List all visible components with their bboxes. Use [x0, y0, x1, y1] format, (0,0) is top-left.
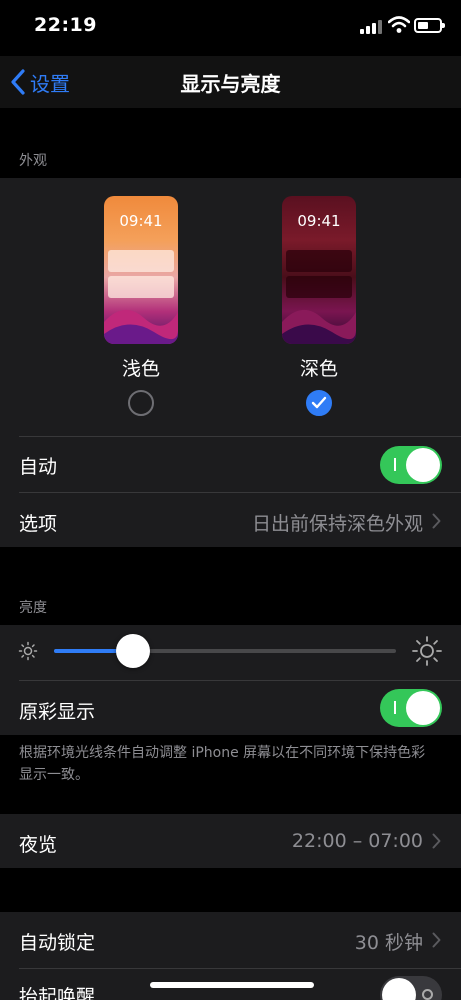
night-shift-row[interactable]: 夜览 22:00 – 07:00: [0, 814, 461, 868]
night-shift-value: 22:00 – 07:00: [291, 830, 423, 852]
section-label-appearance: 外观: [19, 153, 47, 169]
true-tone-label: 原彩显示: [19, 701, 96, 723]
chevron-right-icon: [432, 932, 441, 948]
options-label: 选项: [19, 513, 58, 535]
options-value: 日出前保持深色外观: [251, 513, 423, 535]
options-row[interactable]: 选项 日出前保持深色外观: [0, 493, 461, 547]
true-tone-toggle[interactable]: [380, 689, 442, 727]
brightness-slider[interactable]: [54, 649, 396, 653]
brightness-group: 原彩显示: [0, 625, 461, 735]
cellular-signal-icon: [360, 20, 382, 34]
divider: [19, 968, 461, 969]
chevron-right-icon: [432, 513, 441, 529]
auto-lock-row[interactable]: 自动锁定 30 秒钟: [0, 912, 461, 968]
sun-large-icon: [412, 636, 442, 666]
dark-label: 深色: [299, 358, 338, 380]
raise-to-wake-label: 抬起唤醒: [19, 986, 96, 1000]
home-indicator: [150, 982, 314, 988]
light-appearance-preview[interactable]: 09:41: [104, 196, 178, 344]
brightness-slider-thumb[interactable]: [115, 634, 150, 668]
preview-clock: 09:41: [119, 212, 163, 230]
battery-icon: [414, 18, 445, 33]
dark-appearance-preview[interactable]: 09:41: [282, 196, 356, 344]
auto-lock-label: 自动锁定: [19, 932, 96, 954]
preview-widget: [286, 250, 352, 272]
status-time: 22:19: [34, 14, 97, 36]
wifi-icon: [388, 16, 410, 33]
navigation-bar: 设置 显示与亮度: [0, 56, 461, 108]
raise-to-wake-toggle[interactable]: [380, 976, 442, 1000]
status-bar: 22:19: [0, 0, 461, 56]
page-title: 显示与亮度: [180, 72, 281, 96]
chevron-right-icon: [432, 833, 441, 849]
auto-lock-value: 30 秒钟: [354, 932, 423, 954]
light-radio[interactable]: [128, 390, 154, 416]
sun-small-icon: [18, 641, 38, 661]
dark-radio[interactable]: [306, 390, 332, 416]
appearance-group: 09:41 浅色 09:41 深色 自动 选项 日出前保持深色外观: [0, 178, 461, 547]
preview-widget: [108, 250, 174, 272]
auto-label: 自动: [19, 456, 58, 478]
wallpaper-wave: [104, 309, 178, 344]
divider: [19, 680, 461, 681]
night-shift-label: 夜览: [19, 834, 58, 856]
checkmark-icon: [311, 396, 327, 409]
auto-toggle[interactable]: [380, 446, 442, 484]
preview-clock: 09:41: [297, 212, 341, 230]
divider: [19, 436, 461, 437]
light-label: 浅色: [121, 358, 160, 380]
true-tone-footnote: 根据环境光线条件自动调整 iPhone 屏幕以在不同环境下保持色彩显示一致。: [19, 745, 426, 783]
section-label-brightness: 亮度: [19, 600, 47, 616]
wallpaper-wave: [282, 309, 356, 344]
